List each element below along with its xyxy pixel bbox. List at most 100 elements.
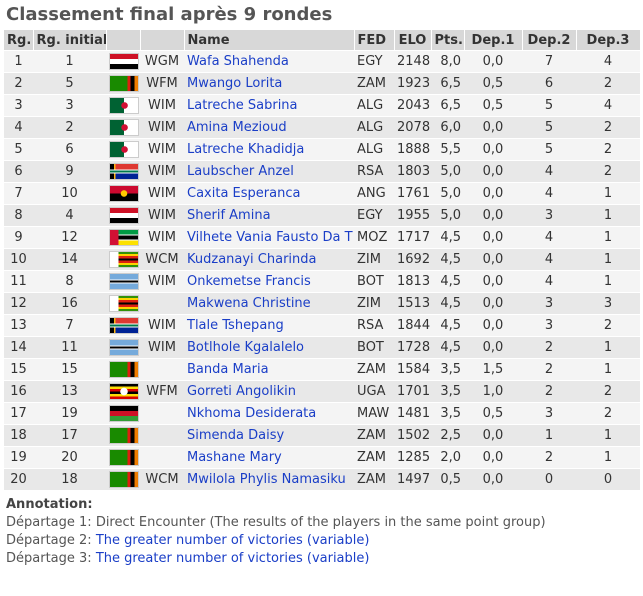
player-link[interactable]: Mashane Mary — [187, 450, 282, 465]
dep2-cell: 5 — [522, 116, 576, 139]
flag-cell — [106, 424, 140, 447]
dep2-cell: 4 — [522, 226, 576, 249]
player-link[interactable]: Gorreti Angolikin — [187, 384, 296, 399]
initial-rank-cell: 6 — [33, 138, 106, 161]
player-link[interactable]: Laubscher Anzel — [187, 164, 294, 179]
initial-rank-cell: 20 — [33, 446, 106, 469]
fed-cell: EGY — [354, 50, 394, 73]
elo-cell: 1844 — [394, 314, 431, 337]
flag-icon-rsa — [109, 317, 139, 334]
flag-icon-zim — [109, 251, 139, 268]
player-link[interactable]: Mwilola Phylis Namasiku — [187, 472, 346, 487]
header-dep2[interactable]: Dep.2 — [522, 30, 577, 51]
dep3-cell: 0 — [576, 468, 640, 490]
standings-table: Rg. Rg. initial Name FED ELO Pts. Dep.1 … — [4, 30, 641, 490]
initial-rank-cell: 18 — [33, 468, 106, 490]
dep2-cell: 2 — [522, 446, 576, 469]
player-link[interactable]: Amina Mezioud — [187, 120, 287, 135]
dep3-cell: 3 — [576, 292, 640, 315]
rank-cell: 18 — [4, 424, 33, 447]
elo-cell: 1888 — [394, 138, 431, 161]
elo-cell: 1285 — [394, 446, 431, 469]
points-cell: 5,0 — [431, 160, 464, 183]
player-link[interactable]: Mwango Lorita — [187, 76, 282, 91]
rank-cell: 3 — [4, 94, 33, 117]
header-name[interactable]: Name — [184, 30, 355, 51]
player-link[interactable]: Sherif Amina — [187, 208, 271, 223]
elo-cell: 2043 — [394, 94, 431, 117]
elo-cell: 1692 — [394, 248, 431, 271]
elo-cell: 2148 — [394, 50, 431, 73]
player-link[interactable]: Onkemetse Francis — [187, 274, 311, 289]
initial-rank-cell: 17 — [33, 424, 106, 447]
title-cell — [140, 424, 184, 447]
header-rank[interactable]: Rg. — [4, 30, 34, 51]
title-cell: WIM — [140, 182, 184, 205]
header-initial-rank[interactable]: Rg. initial — [33, 30, 107, 51]
flag-cell — [106, 226, 140, 249]
flag-cell — [106, 138, 140, 161]
header-elo[interactable]: ELO — [394, 30, 432, 51]
flag-cell — [106, 50, 140, 73]
fed-cell: ALG — [354, 116, 394, 139]
player-link[interactable]: Tlale Tshepang — [187, 318, 284, 333]
table-row: 12 16 Makwena Christine ZIM 1513 4,5 0,0 3 3 — [4, 292, 640, 315]
header-flag — [106, 30, 141, 51]
player-link[interactable]: Caxita Esperanca — [187, 186, 300, 201]
rank-cell: 10 — [4, 248, 33, 271]
player-link[interactable]: Kudzanayi Charinda — [187, 252, 317, 267]
flag-icon-egy — [109, 207, 139, 224]
player-link[interactable]: Latreche Khadidja — [187, 142, 304, 157]
fed-cell: BOT — [354, 270, 394, 293]
elo-cell: 2078 — [394, 116, 431, 139]
dep2-cell: 1 — [522, 424, 576, 447]
table-row: 5 6 WIM Latreche Khadidja ALG 1888 5,5 0,0 5 2 — [4, 138, 640, 161]
player-name-cell: Sherif Amina — [184, 204, 354, 227]
dep3-cell: 1 — [576, 226, 640, 249]
flag-icon-bot — [109, 273, 139, 290]
flag-cell — [106, 270, 140, 293]
table-row: 7 10 WIM Caxita Esperanca ANG 1761 5,0 0,0 4 1 — [4, 182, 640, 205]
dep3-cell: 2 — [576, 72, 640, 95]
dep1-cell: 0,0 — [464, 248, 522, 271]
dep1-cell: 0,0 — [464, 182, 522, 205]
header-title — [140, 30, 185, 51]
player-link[interactable]: Vilhete Vania Fausto Da T — [187, 230, 353, 245]
fed-cell: UGA — [354, 380, 394, 403]
header-fed[interactable]: FED — [354, 30, 395, 51]
initial-rank-cell: 10 — [33, 182, 106, 205]
player-link[interactable]: Banda Maria — [187, 362, 269, 377]
dep1-cell: 0,5 — [464, 72, 522, 95]
flag-icon-alg — [109, 119, 139, 136]
player-link[interactable]: Botlhole Kgalalelo — [187, 340, 304, 355]
header-points[interactable]: Pts. — [431, 30, 465, 51]
tiebreak-link[interactable]: The greater number of victories (variabl… — [96, 533, 370, 548]
player-link[interactable]: Latreche Sabrina — [187, 98, 298, 113]
player-name-cell: Mwilola Phylis Namasiku — [184, 468, 354, 490]
player-name-cell: Wafa Shahenda — [184, 50, 354, 73]
fed-cell: RSA — [354, 314, 394, 337]
elo-cell: 1584 — [394, 358, 431, 381]
dep1-cell: 0,0 — [464, 336, 522, 359]
elo-cell: 1923 — [394, 72, 431, 95]
initial-rank-cell: 5 — [33, 72, 106, 95]
player-link[interactable]: Wafa Shahenda — [187, 54, 289, 69]
title-cell: WIM — [140, 138, 184, 161]
points-cell: 6,5 — [431, 94, 464, 117]
header-dep1[interactable]: Dep.1 — [464, 30, 523, 51]
points-cell: 5,0 — [431, 182, 464, 205]
player-link[interactable]: Nkhoma Desiderata — [187, 406, 316, 421]
points-cell: 4,5 — [431, 248, 464, 271]
player-link[interactable]: Makwena Christine — [187, 296, 311, 311]
dep2-cell: 0 — [522, 468, 576, 490]
dep3-cell: 1 — [576, 204, 640, 227]
dep3-cell: 1 — [576, 248, 640, 271]
fed-cell: ALG — [354, 138, 394, 161]
points-cell: 4,5 — [431, 270, 464, 293]
dep1-cell: 0,0 — [464, 226, 522, 249]
elo-cell: 1761 — [394, 182, 431, 205]
header-dep3[interactable]: Dep.3 — [576, 30, 641, 51]
player-link[interactable]: Simenda Daisy — [187, 428, 284, 443]
rank-cell: 6 — [4, 160, 33, 183]
tiebreak-link[interactable]: The greater number of victories (variabl… — [96, 551, 370, 566]
